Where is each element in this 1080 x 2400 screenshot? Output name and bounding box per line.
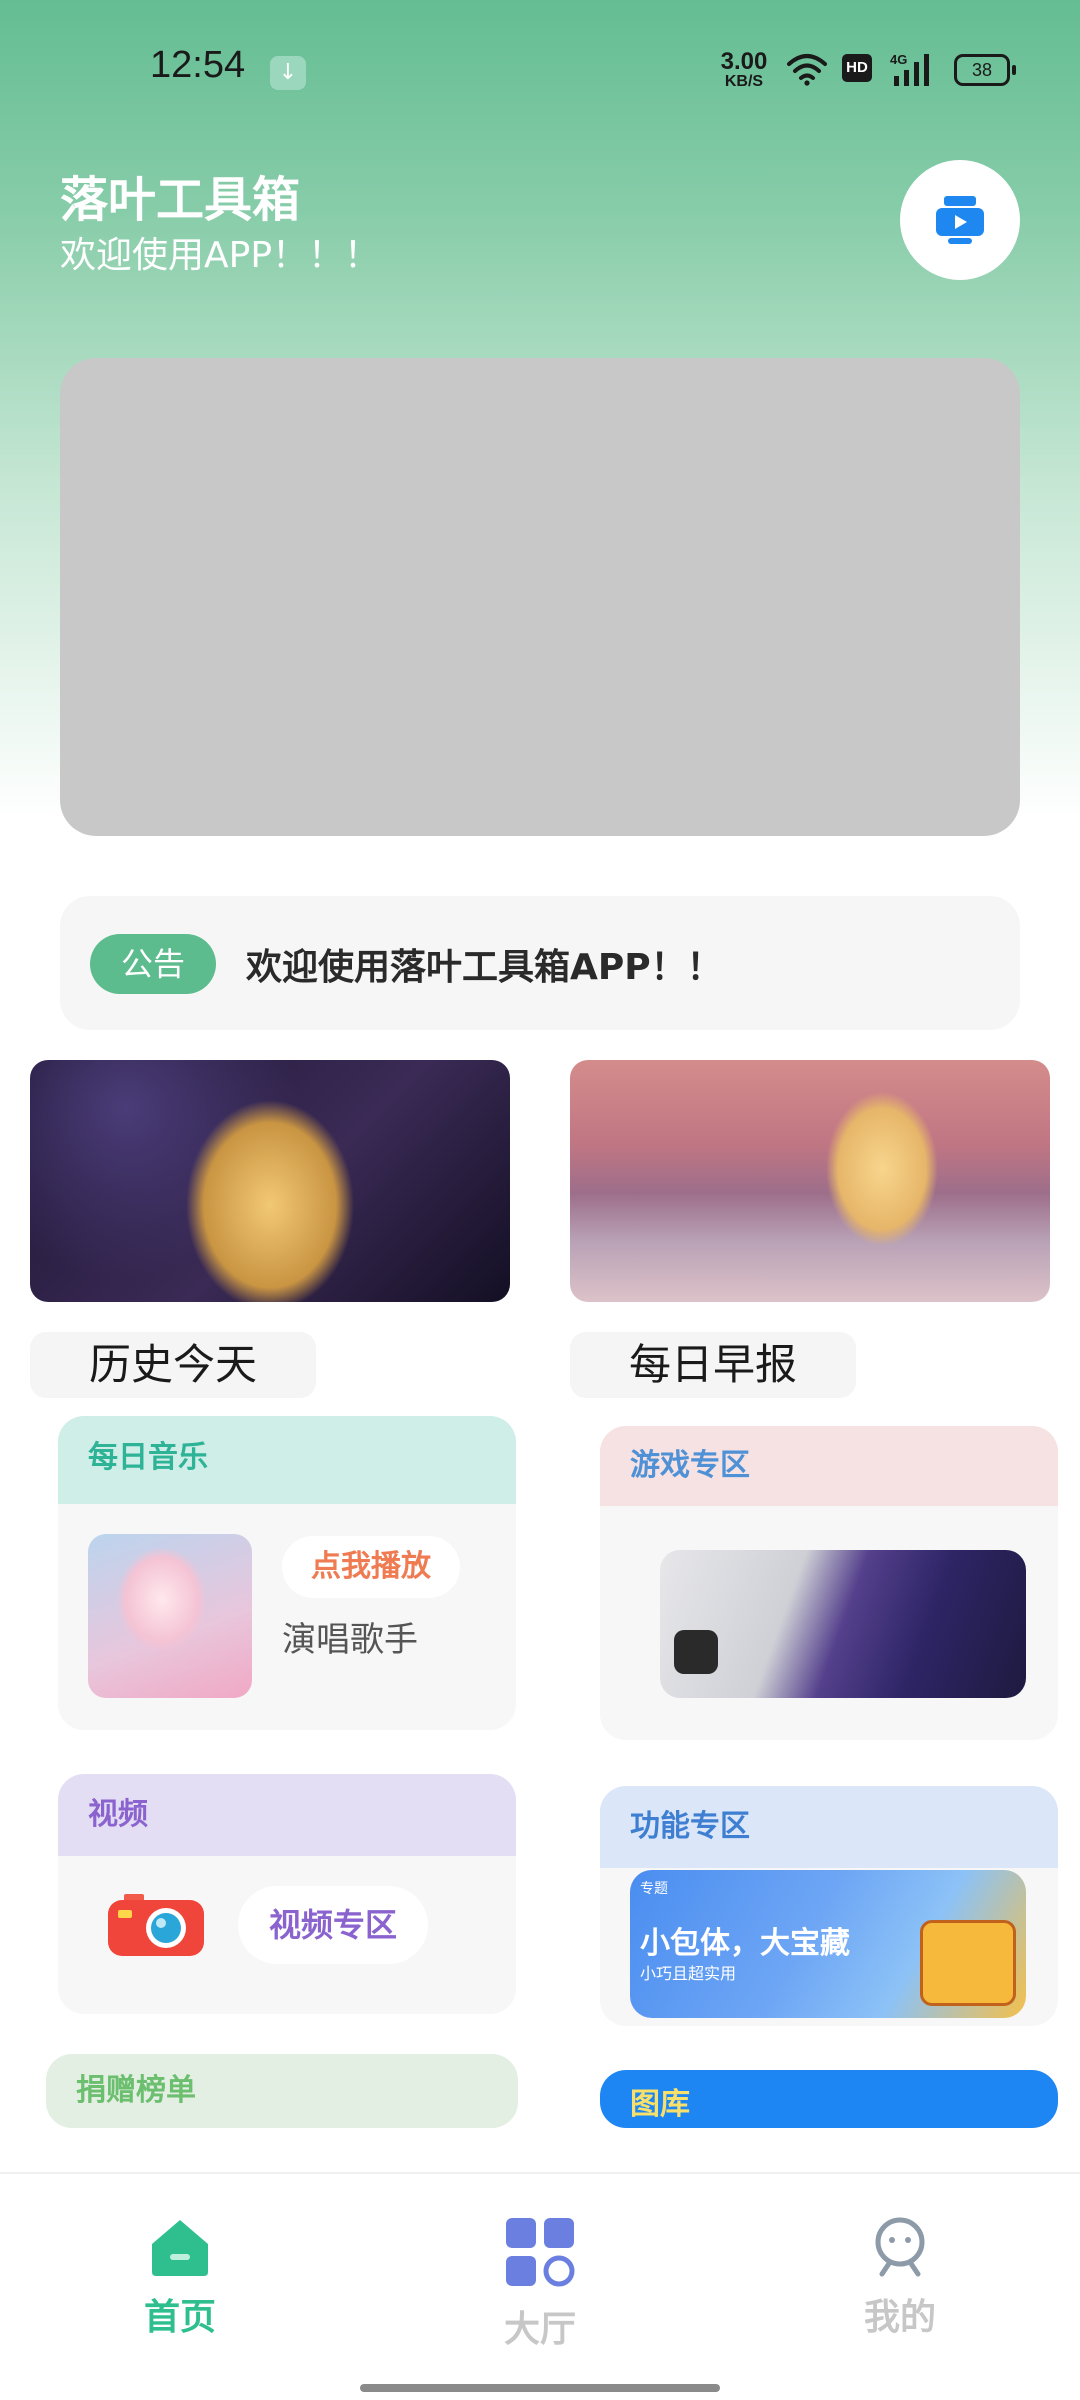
history-today-label[interactable]: 历史今天: [30, 1332, 316, 1398]
video-button[interactable]: [900, 160, 1020, 280]
function-zone-title: 功能专区: [600, 1786, 1058, 1868]
function-zone-promo-image: 专题 小包体，大宝藏 小巧且超实用: [630, 1870, 1026, 2018]
hd-icon: HD: [842, 54, 872, 82]
game-zone-card[interactable]: 游戏专区: [600, 1426, 1058, 1740]
gallery-title: 图库: [600, 2070, 1058, 2128]
singer-name: 演唱歌手: [282, 1620, 418, 1660]
daily-music-card[interactable]: 每日音乐 点我播放 演唱歌手: [58, 1416, 516, 1730]
network-speed-unit: KB/S: [724, 73, 764, 90]
notice-tag: 公告: [90, 934, 216, 994]
bottom-tab-bar: 首页 大厅 我的: [0, 2174, 1080, 2400]
play-button[interactable]: 点我播放: [282, 1536, 460, 1598]
home-icon: [152, 2220, 208, 2276]
function-zone-card[interactable]: 功能专区 专题 小包体，大宝藏 小巧且超实用: [600, 1786, 1058, 2026]
video-card[interactable]: 视频 视频专区: [58, 1774, 516, 2014]
download-icon: ↓: [270, 56, 306, 90]
status-time: 12:54: [150, 44, 246, 86]
camera-icon: [108, 1894, 204, 1956]
video-camera-icon: [936, 196, 984, 244]
grid-icon: [506, 2218, 575, 2287]
status-bar: 12:54 ↓ 3.00 KB/S HD 4G 38: [0, 0, 1080, 140]
history-today-image[interactable]: [30, 1060, 510, 1302]
promo-title: 小包体，大宝藏: [640, 1926, 850, 1961]
app-title: 落叶工具箱: [60, 172, 301, 228]
donation-ranking-title: 捐赠榜单: [46, 2054, 518, 2128]
network-speed-value: 3.00: [720, 48, 768, 75]
game-zone-title: 游戏专区: [600, 1426, 1058, 1506]
tab-profile[interactable]: 我的: [800, 2214, 1000, 2340]
video-zone-button[interactable]: 视频专区: [238, 1886, 428, 1964]
phone-camera-icon: [674, 1630, 718, 1674]
profile-icon: [875, 2217, 925, 2277]
game-zone-image: [660, 1550, 1026, 1698]
daily-news-label[interactable]: 每日早报: [570, 1332, 856, 1398]
gallery-card[interactable]: 图库: [600, 2070, 1058, 2128]
banner-placeholder[interactable]: [60, 358, 1020, 836]
tab-hall[interactable]: 大厅: [440, 2214, 640, 2352]
daily-news-image[interactable]: [570, 1060, 1050, 1302]
home-indicator[interactable]: [360, 2384, 720, 2392]
cellular-signal-icon: 4G: [890, 52, 929, 86]
donation-ranking-card[interactable]: 捐赠榜单: [46, 2054, 518, 2128]
battery-icon: 38: [954, 54, 1016, 86]
wifi-icon: [787, 54, 827, 86]
tab-home[interactable]: 首页: [80, 2214, 280, 2340]
notice-bar[interactable]: 公告 欢迎使用落叶工具箱APP！！: [60, 896, 1020, 1030]
treasure-chest-icon: [920, 1920, 1016, 2006]
video-card-title: 视频: [58, 1774, 516, 1856]
promo-tag: 专题: [640, 1881, 668, 1897]
tab-home-label: 首页: [143, 2297, 216, 2338]
network-type-label: 4G: [890, 52, 907, 67]
tab-hall-label: 大厅: [503, 2309, 576, 2350]
daily-music-title: 每日音乐: [58, 1416, 516, 1504]
network-speed: 3.00 KB/S: [712, 50, 776, 90]
notice-text: 欢迎使用落叶工具箱APP！！: [246, 947, 723, 988]
tab-profile-label: 我的: [863, 2297, 936, 2338]
promo-subtitle: 小巧且超实用: [640, 1964, 737, 1983]
music-cover-image: [88, 1534, 252, 1698]
app-subtitle: 欢迎使用APP！！！: [60, 235, 381, 276]
